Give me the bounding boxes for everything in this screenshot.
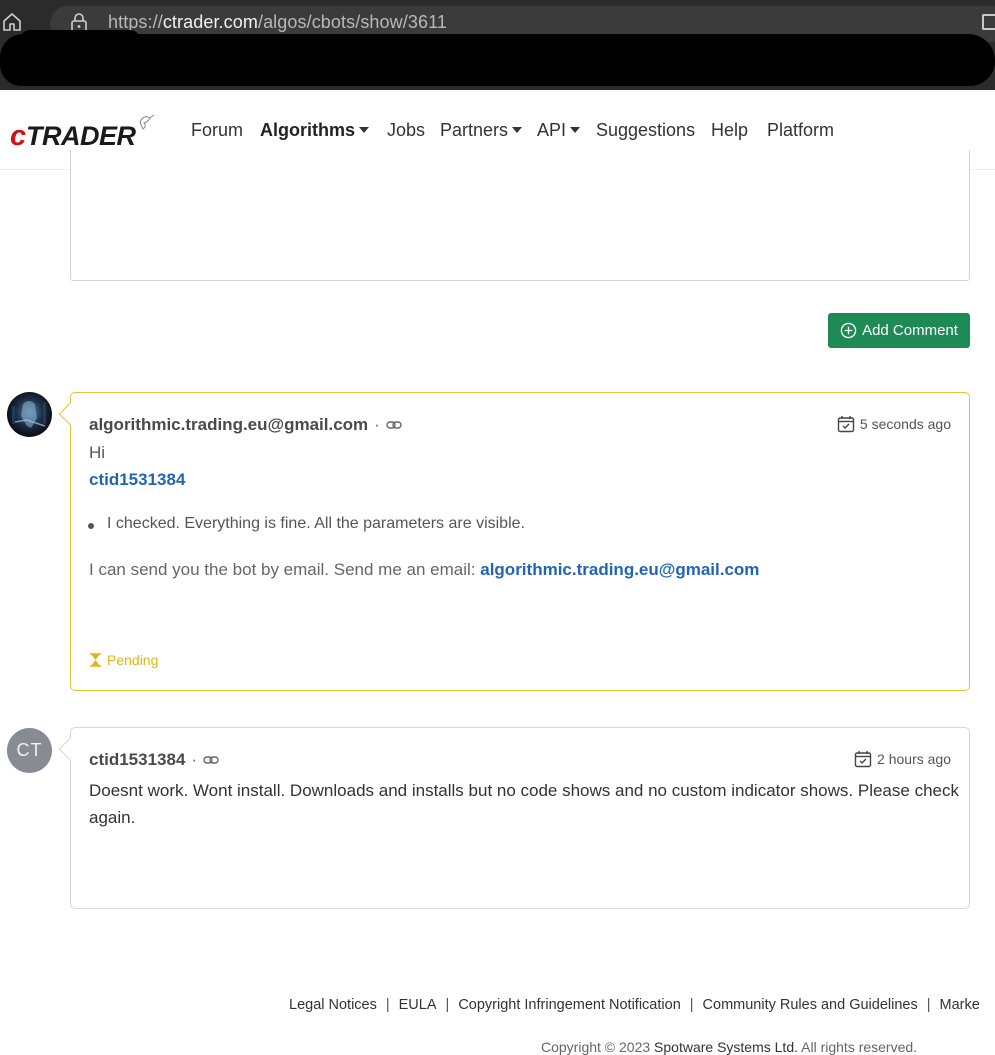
user-mention-link[interactable]: ctid1531384 (89, 470, 185, 490)
copyright-text: Copyright © 2023 Spotware Systems Ltd. A… (541, 1039, 917, 1055)
comment-greeting: Hi (89, 443, 106, 462)
nav-help[interactable]: Help (711, 120, 748, 141)
footer-separator: | (445, 997, 450, 1013)
footer-separator: | (385, 997, 390, 1013)
nav-api-label: API (537, 120, 567, 140)
tab-actions-icon[interactable] (982, 14, 995, 30)
caret-down-icon (512, 127, 523, 133)
avatar[interactable] (7, 392, 52, 437)
list-item: I checked. Everything is fine. All the p… (88, 515, 525, 532)
nav-partners[interactable]: Partners (440, 120, 523, 141)
nav-suggestions[interactable]: Suggestions (596, 120, 695, 141)
nav-algorithms-label: Algorithms (260, 120, 356, 140)
avatar-image-icon (12, 401, 46, 428)
footer-separator: | (926, 997, 931, 1013)
company-link[interactable]: Spotware Systems Ltd. (654, 1039, 798, 1055)
comment-card: algorithmic.trading.eu@gmail.com · 5 sec… (58, 392, 970, 691)
footer-separator: | (689, 997, 694, 1013)
footer-link-copyright-notification[interactable]: Copyright Infringement Notification (458, 997, 680, 1013)
footer-links: Legal Notices | EULA | Copyright Infringemen… (289, 997, 980, 1013)
footer-link-legal-notices[interactable]: Legal Notices (289, 997, 377, 1013)
comment-author: ctid1531384 · (89, 750, 219, 770)
status-text: Pending (107, 652, 159, 668)
url-text[interactable]: https://ctrader.com/algos/cbots/show/361… (108, 12, 447, 33)
nav-platform[interactable]: Platform (767, 120, 834, 141)
svg-text:TRADER: TRADER (26, 121, 136, 151)
card-pointer (58, 402, 82, 426)
nav-algorithms[interactable]: Algorithms (260, 120, 370, 141)
time-text: 2 hours ago (877, 751, 951, 767)
author-name[interactable]: algorithmic.trading.eu@gmail.com (89, 415, 368, 435)
author-name[interactable]: ctid1531384 (89, 750, 185, 770)
email-link[interactable]: algorithmic.trading.eu@gmail.com (480, 560, 759, 579)
caret-down-icon (359, 127, 370, 133)
copyright-suffix: All rights reserved. (801, 1039, 918, 1055)
dot-separator: · (191, 750, 198, 769)
footer-link-community-rules[interactable]: Community Rules and Guidelines (703, 997, 918, 1013)
home-icon[interactable] (2, 12, 22, 32)
nav-forum[interactable]: Forum (191, 120, 243, 141)
comment-author: algorithmic.trading.eu@gmail.com · (89, 415, 402, 435)
nav-partners-label: Partners (440, 120, 509, 140)
svg-text:c: c (10, 120, 26, 152)
add-comment-label: Add Comment (862, 322, 958, 339)
time-text: 5 seconds ago (859, 416, 951, 432)
calendar-check-icon (854, 751, 872, 768)
comment-textarea[interactable] (70, 150, 970, 281)
calendar-check-icon (837, 416, 855, 433)
comment-time: 2 hours ago (854, 750, 951, 768)
hourglass-icon (90, 653, 101, 667)
email-text: I can send you the bot by email. Send me… (89, 560, 476, 579)
caret-down-icon (570, 127, 581, 133)
add-comment-button[interactable]: Add Comment (828, 313, 970, 348)
nav-jobs[interactable]: Jobs (387, 120, 425, 141)
link-icon[interactable] (386, 420, 402, 430)
comment-email-line: I can send you the bot by email. Send me… (89, 560, 759, 580)
dot-separator: · (374, 415, 380, 434)
url-prefix: https:// (108, 12, 163, 32)
avatar-initials: CT (16, 740, 43, 760)
comment-time: 5 seconds ago (837, 415, 951, 433)
link-icon[interactable] (203, 755, 219, 765)
comment-card: ctid1531384 · 2 hours ago Doesnt work. W… (58, 727, 970, 909)
footer-link-market[interactable]: Marke (940, 997, 980, 1013)
card-pointer (58, 737, 82, 761)
url-host: ctrader.com (162, 12, 258, 32)
status-badge: Pending (89, 652, 158, 668)
redacted-area (0, 34, 995, 86)
nav-api[interactable]: API (537, 120, 581, 141)
comment-body: Doesnt work. Wont install. Downloads and… (89, 781, 959, 827)
plus-circle-icon (840, 322, 857, 339)
url-path: /algos/cbots/show/3611 (257, 12, 447, 32)
avatar[interactable]: CT (7, 728, 52, 773)
footer-link-eula[interactable]: EULA (399, 997, 437, 1013)
redacted-area-top (20, 30, 140, 50)
copyright-prefix: Copyright © 2023 (541, 1039, 651, 1055)
ctrader-logo[interactable]: c TRADER (10, 112, 160, 152)
browser-toolbar: https://ctrader.com/algos/cbots/show/361… (0, 0, 995, 90)
